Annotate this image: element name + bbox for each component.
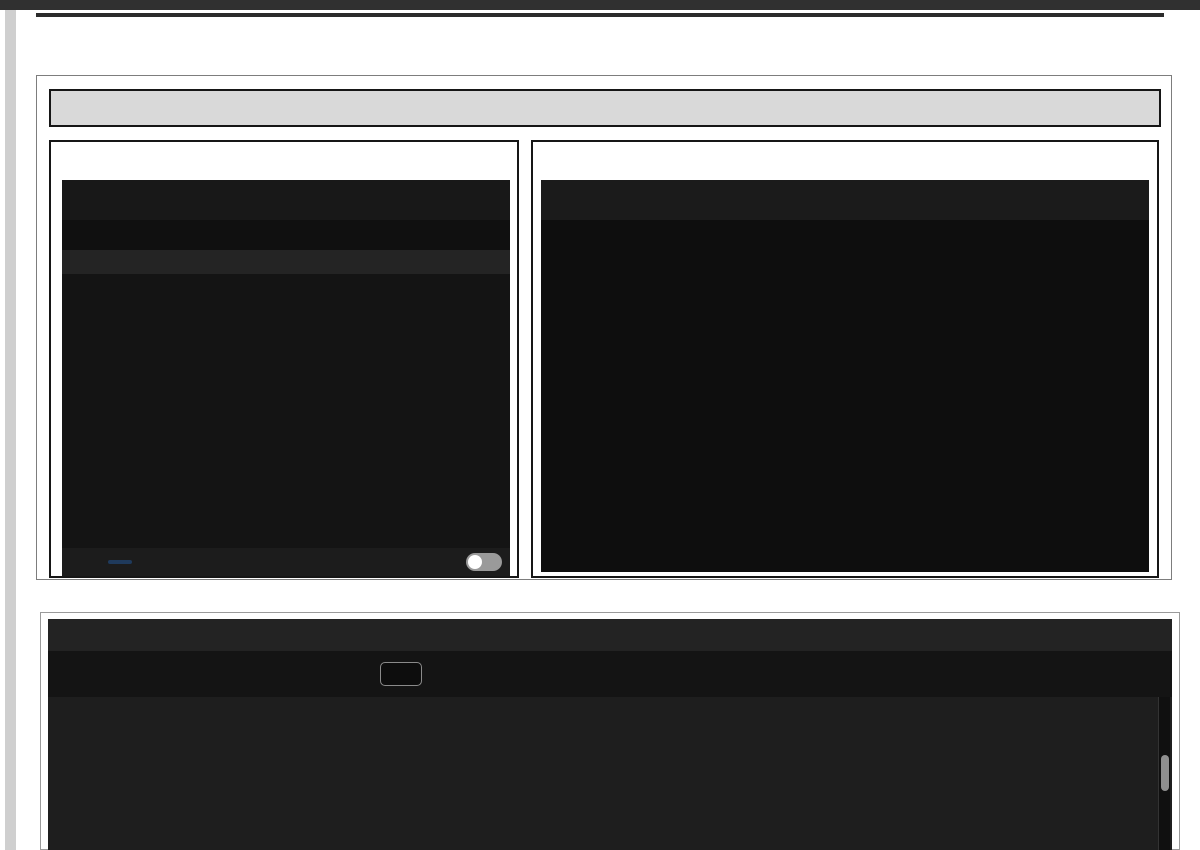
left-scroll-strip[interactable] xyxy=(5,10,16,850)
sed-plot-viewer[interactable] xyxy=(541,180,1149,572)
results-panel xyxy=(36,75,1172,580)
sed-chart[interactable] xyxy=(541,180,1149,572)
coordinate-readout-pill[interactable] xyxy=(108,560,132,564)
sed-plot-panel xyxy=(531,140,1159,578)
sky-image[interactable] xyxy=(62,250,510,548)
cone-search-banner xyxy=(49,89,1161,127)
external-link-icon[interactable] xyxy=(70,549,96,575)
next-page-button[interactable] xyxy=(436,662,460,686)
image-viewer-bottombar xyxy=(62,548,510,576)
first-page-button[interactable] xyxy=(318,662,342,686)
table-toolbar xyxy=(48,651,1172,697)
browser-top-strip xyxy=(0,0,1200,10)
image-layer-info xyxy=(62,250,510,274)
datasets-panel xyxy=(40,612,1180,850)
sky-image-viewer[interactable] xyxy=(62,180,510,576)
search-region-panel xyxy=(49,140,519,578)
grid-scrollbar[interactable] xyxy=(1158,697,1170,850)
readout-toggle[interactable] xyxy=(466,553,502,571)
datasets-panel-body xyxy=(48,619,1172,850)
image-viewer-dropdowns xyxy=(62,220,510,250)
image-viewer-toolbar xyxy=(62,180,510,220)
sed-plot-title xyxy=(533,142,1157,176)
application-root xyxy=(0,0,1200,850)
sed-toolbar xyxy=(541,180,1149,220)
grid-scrollbar-thumb[interactable] xyxy=(1161,755,1169,791)
object-summary-table xyxy=(36,13,1164,17)
pagination xyxy=(318,662,502,686)
page-number-input[interactable] xyxy=(380,662,422,686)
search-region-title xyxy=(51,142,517,176)
tab-bar xyxy=(48,619,1172,651)
previous-page-button[interactable] xyxy=(349,662,373,686)
last-page-button[interactable] xyxy=(467,662,491,686)
